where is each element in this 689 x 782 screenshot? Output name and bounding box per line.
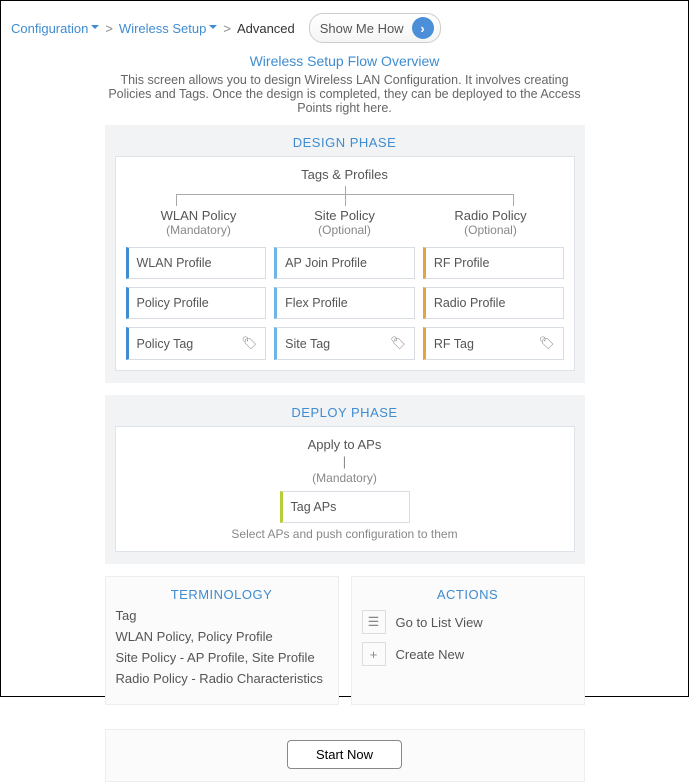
deploy-root-label: Apply to APs <box>126 437 564 452</box>
col-site-note: (Optional) <box>272 223 418 237</box>
tag-icon: 🏷 <box>390 336 406 351</box>
chip-policy-profile[interactable]: Policy Profile <box>126 287 267 319</box>
breadcrumb-configuration[interactable]: Configuration <box>11 21 99 36</box>
col-wlan-note: (Mandatory) <box>126 223 272 237</box>
chip-label: RF Profile <box>434 256 490 270</box>
col-site-policy: Site Policy (Optional) <box>272 208 418 237</box>
chip-label: Policy Tag <box>137 337 194 351</box>
breadcrumb-sep: > <box>105 21 113 36</box>
breadcrumb-current: Advanced <box>237 21 295 36</box>
breadcrumb: Configuration > Wireless Setup > Advance… <box>11 13 678 43</box>
overview-title: Wireless Setup Flow Overview <box>105 53 585 69</box>
terminology-panel: TERMINOLOGY Tag WLAN Policy, Policy Prof… <box>105 576 339 705</box>
col-radio-label: Radio Policy <box>418 208 564 223</box>
breadcrumb-wireless-setup[interactable]: Wireless Setup <box>119 21 217 36</box>
chip-label: Radio Profile <box>434 296 506 310</box>
chip-ap-join-profile[interactable]: AP Join Profile <box>274 247 415 279</box>
chip-label: Site Tag <box>285 337 330 351</box>
start-now-button[interactable]: Start Now <box>287 740 402 769</box>
plus-icon: + <box>362 642 386 666</box>
action-label: Create New <box>396 647 465 662</box>
chevron-right-icon: › <box>412 17 434 39</box>
tag-icon: 🏷 <box>539 336 555 351</box>
action-label: Go to List View <box>396 615 483 630</box>
page-container: Configuration > Wireless Setup > Advance… <box>0 0 689 697</box>
tag-icon: 🏷 <box>241 336 257 351</box>
chip-label: AP Join Profile <box>285 256 367 270</box>
deploy-note: (Mandatory) <box>126 471 564 485</box>
start-panel: Start Now <box>105 729 585 782</box>
chip-wlan-profile[interactable]: WLAN Profile <box>126 247 267 279</box>
chip-rf-profile[interactable]: RF Profile <box>423 247 564 279</box>
chip-label: Tag APs <box>291 500 337 514</box>
go-to-list-view-button[interactable]: ☰ Go to List View <box>362 610 574 634</box>
deploy-phase-heading: DEPLOY PHASE <box>115 405 575 420</box>
chip-tag-aps[interactable]: Tag APs <box>280 491 410 523</box>
design-root-label: Tags & Profiles <box>126 167 564 182</box>
chip-flex-profile[interactable]: Flex Profile <box>274 287 415 319</box>
deploy-tree: Apply to APs | (Mandatory) Tag APs Selec… <box>115 426 575 552</box>
design-tree: Tags & Profiles WLAN Policy (Mandatory) … <box>115 156 575 371</box>
design-phase-panel: DESIGN PHASE Tags & Profiles WLAN Policy… <box>105 125 585 383</box>
design-phase-heading: DESIGN PHASE <box>115 135 575 150</box>
terminology-item: Tag <box>116 608 328 623</box>
chip-rf-tag[interactable]: RF Tag 🏷 <box>423 327 564 360</box>
col-site-label: Site Policy <box>272 208 418 223</box>
terminology-item: WLAN Policy, Policy Profile <box>116 629 328 644</box>
main-content: Wireless Setup Flow Overview This screen… <box>105 53 585 782</box>
actions-heading: ACTIONS <box>362 587 574 602</box>
deploy-phase-panel: DEPLOY PHASE Apply to APs | (Mandatory) … <box>105 395 585 564</box>
col-wlan-label: WLAN Policy <box>126 208 272 223</box>
chip-label: RF Tag <box>434 337 474 351</box>
terminology-list: Tag WLAN Policy, Policy Profile Site Pol… <box>116 608 328 686</box>
terminology-heading: TERMINOLOGY <box>116 587 328 602</box>
show-me-how-label: Show Me How <box>320 21 404 36</box>
show-me-how-button[interactable]: Show Me How › <box>309 13 441 43</box>
tree-connector: | <box>126 454 564 469</box>
terminology-item: Site Policy - AP Profile, Site Profile <box>116 650 328 665</box>
col-wlan-policy: WLAN Policy (Mandatory) <box>126 208 272 237</box>
chip-label: WLAN Profile <box>137 256 212 270</box>
breadcrumb-sep: > <box>223 21 231 36</box>
bottom-row: TERMINOLOGY Tag WLAN Policy, Policy Prof… <box>105 576 585 717</box>
create-new-button[interactable]: + Create New <box>362 642 574 666</box>
col-radio-note: (Optional) <box>418 223 564 237</box>
list-icon: ☰ <box>362 610 386 634</box>
chip-label: Flex Profile <box>285 296 348 310</box>
chip-radio-profile[interactable]: Radio Profile <box>423 287 564 319</box>
overview-intro: This screen allows you to design Wireles… <box>105 73 585 115</box>
chip-label: Policy Profile <box>137 296 209 310</box>
actions-panel: ACTIONS ☰ Go to List View + Create New <box>351 576 585 705</box>
tree-connector <box>176 186 514 208</box>
chip-site-tag[interactable]: Site Tag 🏷 <box>274 327 415 360</box>
col-radio-policy: Radio Policy (Optional) <box>418 208 564 237</box>
deploy-sub: Select APs and push configuration to the… <box>126 527 564 541</box>
chip-policy-tag[interactable]: Policy Tag 🏷 <box>126 327 267 360</box>
terminology-item: Radio Policy - Radio Characteristics <box>116 671 328 686</box>
